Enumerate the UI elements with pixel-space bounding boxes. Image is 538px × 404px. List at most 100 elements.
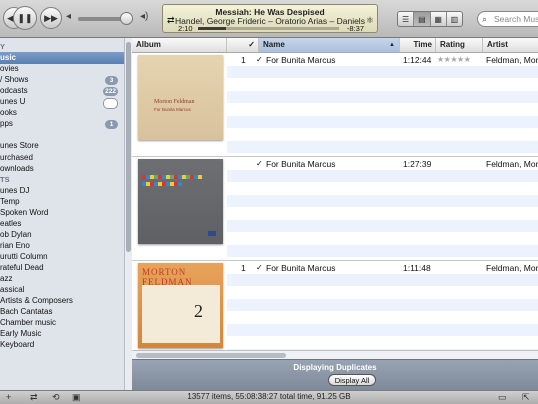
track-checkbox[interactable]: ✓ <box>256 158 263 170</box>
coverflow-view-icon[interactable]: ▥ <box>447 12 462 26</box>
sidebar-item[interactable]: pps <box>0 118 13 130</box>
table-row-background <box>227 128 538 140</box>
sidebar-count-badge: 3 <box>105 75 118 85</box>
column-album[interactable]: Album <box>132 38 227 52</box>
library-summary: 13577 items, 55:08:38:27 total time, 91.… <box>187 392 351 401</box>
table-row-background <box>227 286 538 298</box>
search-icon: ⌕ <box>482 14 488 24</box>
search-input[interactable]: ⌕ Search Music <box>477 11 538 27</box>
table-row-background <box>227 65 538 78</box>
track-name: For Bunita Marcus <box>266 55 336 65</box>
now-playing-display: ⇄ Messiah: He Was Despised Handel, Georg… <box>162 4 378 33</box>
table-row-background <box>227 273 538 286</box>
miniplayer-icon[interactable]: ⇱ <box>522 392 530 403</box>
fast-forward-button[interactable]: ▶▶ <box>40 7 62 29</box>
sidebar-count-badge: 1 <box>105 119 118 129</box>
table-row-background <box>227 78 538 90</box>
album-artwork[interactable]: Morton Feldman For Bunita Marcus <box>138 55 223 140</box>
grid-view-icon[interactable]: ▦ <box>431 12 447 26</box>
list-view-icon[interactable]: ☰ <box>398 12 415 26</box>
horizontal-scrollbar[interactable] <box>132 350 538 359</box>
table-row-background <box>227 311 538 323</box>
table-row-background <box>227 182 538 194</box>
album-art-pattern <box>142 182 182 186</box>
column-header: Album ✓ Name ▲ Time Rating Artist <box>132 38 538 53</box>
sidebar-item[interactable]: Keyboard <box>0 339 34 351</box>
sidebar-scrollbar[interactable] <box>124 38 132 390</box>
album-art-panel <box>142 285 220 343</box>
track-artist: Feldman, Mor <box>486 159 538 169</box>
table-row-background <box>227 219 538 232</box>
album-art-pattern <box>142 175 202 179</box>
now-playing-subtitle: Handel, George Frideric – Oratorio Arias… <box>175 16 365 26</box>
duplicates-label: Displaying Duplicates <box>293 363 377 372</box>
sidebar-scroll-thumb[interactable] <box>126 42 131 252</box>
album-group-separator <box>132 260 538 261</box>
track-time: 1:11:48 <box>403 263 431 273</box>
album-artwork[interactable] <box>138 159 223 244</box>
table-row-background <box>227 140 538 153</box>
display-all-button[interactable]: Display All <box>328 374 376 386</box>
volume-low-icon: ◂ <box>66 11 72 22</box>
album-art-label <box>208 231 216 236</box>
album-art-number: 2 <box>194 301 203 321</box>
volume-slider-knob[interactable] <box>120 12 133 25</box>
table-row-background <box>227 103 538 115</box>
table-row[interactable]: 1 ✓ For Bunita Marcus 1:11:48 Feldman, Mor <box>227 262 538 274</box>
progress-fill <box>198 27 227 30</box>
view-selector: ☰ ▤ ▦ ▥ <box>397 11 463 27</box>
fast-forward-icon: ▶▶ <box>44 12 58 23</box>
table-row-background <box>227 232 538 244</box>
album-art-subtitle: For Bunita Marcus <box>154 107 191 112</box>
column-time[interactable]: Time <box>400 38 436 52</box>
column-name-label: Name <box>263 40 285 49</box>
table-row-background <box>227 244 538 257</box>
track-number: 1 <box>241 55 246 65</box>
table-row[interactable]: 1 ✓ For Bunita Marcus 1:12:44 ★★★★★ Feldman, … <box>227 54 538 66</box>
track-number: 1 <box>241 263 246 273</box>
elapsed-time: 2:10 <box>178 24 193 33</box>
table-row-background <box>227 207 538 219</box>
album-art-title: Morton Feldman <box>154 99 195 105</box>
volume-high-icon: ◂) <box>140 11 149 22</box>
track-rating[interactable]: ★★★★★ <box>437 54 471 66</box>
track-time: 1:27:39 <box>403 159 432 169</box>
duplicates-bar: Displaying Duplicates Display All <box>132 359 538 391</box>
table-row-background <box>227 194 538 207</box>
track-name: For Bunita Marcus <box>266 159 336 169</box>
table-row-background <box>227 90 538 103</box>
airplay-icon[interactable]: ▭ <box>498 392 507 403</box>
progress-bar[interactable] <box>198 27 339 30</box>
track-checkbox[interactable]: ✓ <box>256 54 263 66</box>
column-artist[interactable]: Artist <box>483 38 538 52</box>
sidebar-count-badge <box>103 97 118 109</box>
sort-ascending-icon: ▲ <box>389 42 395 48</box>
track-name: For Bunita Marcus <box>266 263 336 273</box>
column-rating[interactable]: Rating <box>436 38 483 52</box>
sidebar-count-badge: 222 <box>103 86 118 96</box>
track-artist: Feldman, Mor <box>486 55 538 65</box>
toolbar: ◀◀ ❚❚ ▶▶ ◂ ◂) ⇄ Messiah: He Was Despised… <box>0 0 538 38</box>
column-check[interactable]: ✓ <box>227 38 259 52</box>
table-row-background <box>227 298 538 311</box>
table-row-background <box>227 336 538 348</box>
album-art-title: MORTON FELDMAN <box>142 267 193 287</box>
pause-icon: ❚❚ <box>17 12 33 23</box>
track-checkbox[interactable]: ✓ <box>256 262 263 274</box>
track-artist: Feldman, Mor <box>486 263 538 273</box>
sidebar: Yusic ovies / Shows 3 odcasts 222 unes U ooks p… <box>0 38 124 390</box>
table-row[interactable]: ✓ For Bunita Marcus 1:27:39 Feldman, Mor <box>227 158 538 170</box>
track-time: 1:12:44 <box>403 55 432 65</box>
album-group-separator <box>132 156 538 157</box>
pause-button[interactable]: ❚❚ <box>13 6 37 30</box>
table-row-background <box>227 323 538 336</box>
table-row-background <box>227 115 538 128</box>
column-name[interactable]: Name ▲ <box>259 38 400 52</box>
horizontal-scroll-thumb[interactable] <box>136 353 286 358</box>
remaining-time: -8:37 <box>346 24 364 33</box>
album-list-view-icon[interactable]: ▤ <box>414 12 431 26</box>
album-artwork[interactable]: MORTON FELDMAN 2 <box>138 263 223 348</box>
status-bar: + ⇄ ⟲ ▣ 13577 items, 55:08:38:27 total t… <box>0 390 538 404</box>
track-list: Album ✓ Name ▲ Time Rating Artist Morton … <box>132 38 538 360</box>
genius-icon[interactable]: ⚛ <box>366 15 374 26</box>
